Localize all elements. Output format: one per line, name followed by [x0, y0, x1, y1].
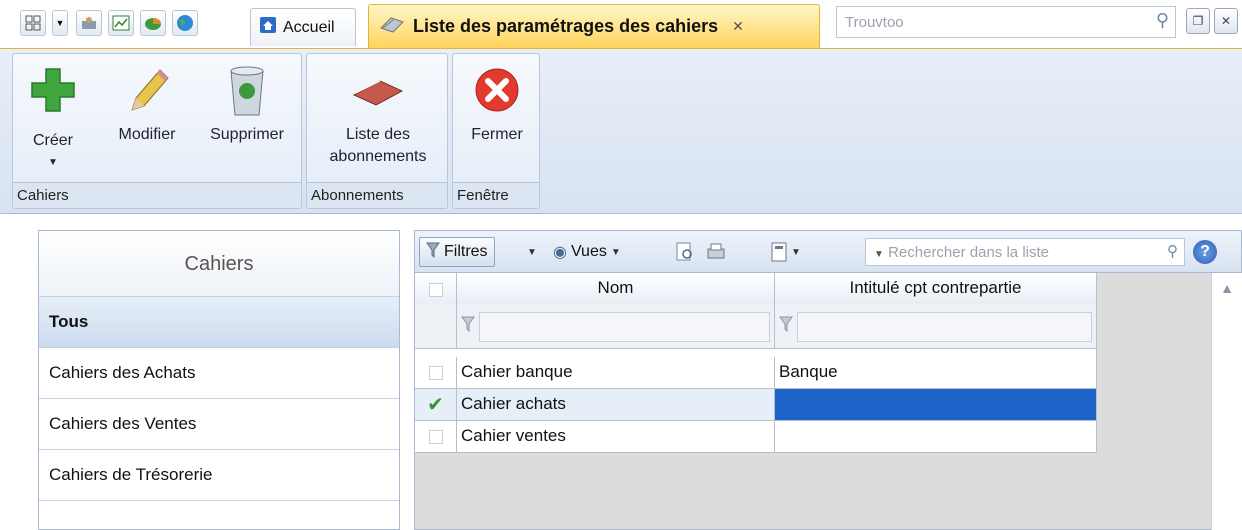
subscriptions-list-button[interactable]: Liste des abonnements	[313, 60, 443, 168]
cell-nom[interactable]: Cahier banque	[457, 357, 775, 389]
ribbon-group-label: Fenêtre	[453, 182, 539, 208]
recycle-bin-icon	[199, 60, 295, 120]
ribbon: Créer ▼ Modifier Supprimer Cahiers Liste…	[0, 48, 1242, 214]
ribbon-group-label: Abonnements	[307, 182, 447, 208]
list-item-ventes[interactable]: Cahiers des Ventes	[39, 399, 399, 450]
print-icon[interactable]	[699, 237, 733, 267]
views-label: Vues	[570, 243, 607, 260]
table-row[interactable]: Cahier banque Banque	[415, 357, 1097, 389]
delete-label: Supprimer	[210, 126, 284, 143]
create-button[interactable]: Créer ▼	[23, 60, 83, 174]
global-search-input[interactable]: Trouvtoo ⚲	[836, 6, 1176, 38]
ribbon-group-cahiers: Créer ▼ Modifier Supprimer Cahiers	[12, 53, 302, 209]
tab-title: Liste des paramétrages des cahiers	[413, 16, 719, 36]
filters-button[interactable]: Filtres	[419, 237, 495, 267]
cell-intitule[interactable]	[775, 421, 1097, 453]
close-circle-icon	[459, 60, 535, 120]
filter-icon	[779, 316, 793, 337]
cahiers-panel: Cahiers Tous Cahiers des Achats Cahiers …	[38, 230, 400, 530]
grid-header-row: Nom Intitulé cpt contrepartie	[415, 273, 1097, 307]
search-scope-dropdown-icon[interactable]: ▼	[874, 249, 884, 260]
panel-title: Cahiers	[39, 231, 399, 297]
create-label: Créer	[32, 132, 73, 149]
search-icon[interactable]: ⚲	[1167, 242, 1178, 260]
cell-intitule[interactable]	[775, 389, 1097, 421]
global-search-placeholder: Trouvtoo	[845, 14, 904, 31]
filter-icon	[461, 316, 475, 337]
delete-button[interactable]: Supprimer	[199, 60, 295, 146]
cell-nom[interactable]: Cahier ventes	[457, 421, 775, 453]
ribbon-group-fenetre: Fermer Fenêtre	[452, 53, 540, 209]
close-label: Fermer	[471, 126, 523, 143]
cell-intitule[interactable]: Banque	[775, 357, 1097, 389]
chart-icon[interactable]	[108, 10, 134, 36]
export-button[interactable]: ▼	[765, 237, 807, 267]
menu-dropdown-icon[interactable]: ▼	[52, 10, 68, 36]
ribbon-group-abonnements: Liste des abonnements Abonnements	[306, 53, 448, 209]
top-tab-bar: ▼ Accueil Liste des paramétrages des cah…	[0, 0, 1242, 48]
grid-panel: Filtres ▼ ◉ Vues ▼ ▼ ▼ Rechercher dans l…	[414, 230, 1242, 530]
pencil-icon	[109, 60, 185, 120]
filter-input-nom[interactable]	[479, 311, 770, 342]
list-item-tous[interactable]: Tous	[39, 297, 399, 348]
grid-spacer	[415, 349, 1097, 357]
export-dropdown-icon[interactable]: ▼	[791, 247, 801, 258]
grid-filter-row	[415, 305, 1097, 349]
tab-accueil[interactable]: Accueil	[250, 8, 356, 46]
edit-button[interactable]: Modifier	[109, 60, 185, 146]
select-all-checkbox[interactable]	[415, 273, 457, 307]
close-window-button[interactable]: Fermer	[459, 60, 535, 146]
eye-icon: ◉	[553, 244, 567, 261]
views-dropdown-icon[interactable]: ▼	[611, 247, 621, 258]
home-icon	[259, 16, 277, 39]
tools-icon[interactable]	[76, 10, 102, 36]
window-controls: ❐ ✕	[1186, 8, 1238, 34]
cell-nom[interactable]: Cahier achats	[457, 389, 775, 421]
cahiers-grid: Nom Intitulé cpt contrepartie Cahier ban…	[415, 273, 1097, 453]
row-checkbox[interactable]	[415, 421, 457, 453]
plus-icon	[23, 60, 83, 120]
book-icon	[313, 60, 443, 120]
filter-input-intitule[interactable]	[797, 311, 1092, 342]
scroll-up-icon[interactable]: ▲	[1212, 273, 1242, 303]
search-icon[interactable]: ⚲	[1156, 10, 1169, 31]
ribbon-group-label: Cahiers	[13, 182, 301, 208]
views-button[interactable]: ◉ Vues ▼	[547, 237, 627, 267]
grid-toolbar: Filtres ▼ ◉ Vues ▼ ▼ ▼ Rechercher dans l…	[415, 231, 1241, 273]
tab-liste-parametrages[interactable]: Liste des paramétrages des cahiers ✕	[368, 4, 820, 48]
globe-icon[interactable]	[172, 10, 198, 36]
filter-cell-intitule	[775, 305, 1097, 349]
help-icon[interactable]: ?	[1193, 240, 1217, 264]
tab-accueil-label: Accueil	[283, 18, 335, 36]
filters-dropdown-icon[interactable]: ▼	[521, 237, 543, 267]
notebook-icon	[379, 14, 405, 39]
list-item-achats[interactable]: Cahiers des Achats	[39, 348, 399, 399]
row-checkbox[interactable]	[415, 357, 457, 389]
vertical-scrollbar[interactable]: ▲	[1211, 273, 1242, 530]
restore-window-icon[interactable]: ❐	[1186, 8, 1210, 34]
list-search-input[interactable]: ▼ Rechercher dans la liste ⚲	[865, 238, 1185, 266]
preview-icon[interactable]	[669, 237, 701, 267]
edit-label: Modifier	[118, 126, 176, 143]
close-tab-icon[interactable]: ✕	[732, 18, 744, 35]
checked-icon[interactable]: ✔	[415, 389, 457, 421]
funnel-icon	[426, 242, 440, 263]
subscriptions-label-2: abonnements	[329, 148, 427, 165]
filters-label: Filtres	[444, 243, 488, 260]
column-header-intitule[interactable]: Intitulé cpt contrepartie	[775, 273, 1097, 307]
filter-cell-nom	[457, 305, 775, 349]
close-window-icon[interactable]: ✕	[1214, 8, 1238, 34]
create-dropdown-icon[interactable]: ▼	[23, 152, 83, 174]
list-item-tresorerie[interactable]: Cahiers de Trésorerie	[39, 450, 399, 501]
table-row[interactable]: Cahier ventes	[415, 421, 1097, 453]
filter-row-spacer	[415, 305, 457, 349]
column-header-nom[interactable]: Nom	[457, 273, 775, 307]
pie-chart-icon[interactable]	[140, 10, 166, 36]
subscriptions-label-1: Liste des	[345, 126, 411, 143]
list-search-placeholder: Rechercher dans la liste	[888, 244, 1049, 261]
grid-menu-icon[interactable]	[20, 10, 46, 36]
table-row-selected[interactable]: ✔ Cahier achats	[415, 389, 1097, 421]
